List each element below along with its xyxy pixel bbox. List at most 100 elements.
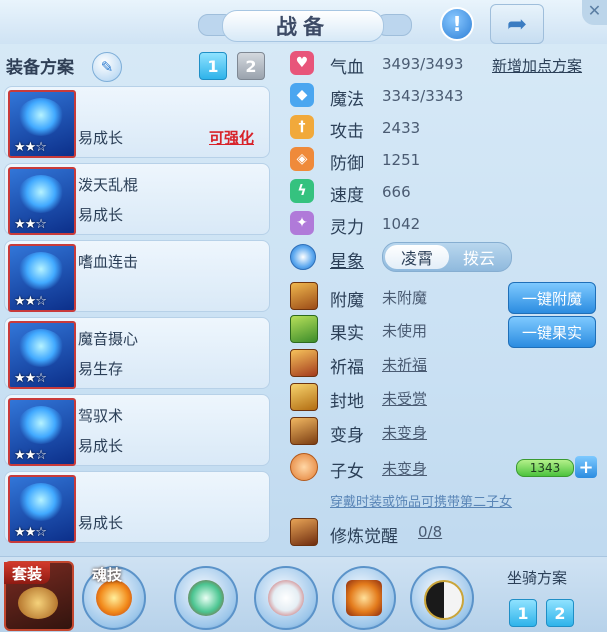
skill-name: 魔音摄心	[78, 330, 139, 348]
stat-value: 2433	[382, 119, 421, 137]
stat-row-defense: ◈ 防御 1251	[282, 144, 602, 174]
star-rating: ★★☆	[14, 140, 47, 155]
child-icon	[290, 453, 318, 481]
stat-value: 1251	[382, 151, 421, 169]
star-sign-label[interactable]: 星象	[330, 247, 364, 272]
info-label: 果实	[330, 324, 364, 344]
equip-plan-label: 装备方案	[6, 58, 74, 78]
add-child-plus-icon[interactable]: +	[575, 456, 597, 478]
stat-label: 速度	[330, 186, 364, 206]
stat-row-attack: † 攻击 2433	[282, 112, 602, 142]
stat-label: 魔法	[330, 90, 364, 110]
info-row-blessing: 祈福 未祈福	[282, 348, 604, 378]
heart-icon: ♥	[290, 51, 314, 75]
info-label: 祈福	[330, 358, 364, 378]
skill-icon: ★★☆	[8, 321, 76, 389]
skill-card-4[interactable]: ★★☆ 魔音摄心 易生存	[4, 317, 270, 389]
equip-plan-tab-1[interactable]: 1	[199, 52, 227, 80]
star-sign-icon	[290, 244, 316, 270]
page-title: 战备	[222, 10, 384, 42]
one-click-fruit-button[interactable]: 一键果实	[508, 316, 596, 348]
child-value-bar: 1343	[516, 459, 574, 477]
close-corner-icon[interactable]: ✕	[582, 0, 607, 25]
star-rating: ★★☆	[14, 294, 47, 309]
equip-slot-3[interactable]	[332, 566, 396, 630]
skill-icon: ★★☆	[8, 167, 76, 235]
skill-icon: ★★☆	[8, 398, 76, 466]
add-point-plan-link[interactable]: 新增加点方案	[492, 55, 582, 76]
skill-card-6[interactable]: ★★☆ 易成长	[4, 471, 270, 543]
stat-label: 防御	[330, 154, 364, 174]
skill-card-3[interactable]: ★★☆ 嗜血连击	[4, 240, 270, 312]
sword-icon: †	[290, 115, 314, 139]
star-sign-option-selected[interactable]: 凌霄	[385, 245, 449, 269]
stat-row-speed: ϟ 速度 666	[282, 176, 602, 206]
mount-plan-tab-2[interactable]: 2	[546, 599, 574, 627]
info-row-fief: 封地 未受赏	[282, 382, 604, 412]
skill-icon: ★★☆	[8, 90, 76, 158]
fire-icon	[96, 580, 132, 616]
info-value[interactable]: 未变身	[382, 422, 427, 443]
blessing-icon	[290, 349, 318, 377]
blade-icon	[188, 580, 224, 616]
info-label: 封地	[330, 392, 364, 412]
equip-plan-tab-2[interactable]: 2	[237, 52, 265, 80]
enhance-link[interactable]: 可强化	[209, 127, 254, 148]
skill-tag: 易成长	[78, 514, 124, 532]
info-value[interactable]: 0/8	[418, 523, 442, 541]
chest-icon	[18, 587, 58, 619]
skill-icon: ★★☆	[8, 475, 76, 543]
star-rating: ★★☆	[14, 217, 47, 232]
pagoda-icon	[346, 580, 382, 616]
stat-label: 气血	[330, 58, 364, 78]
equip-slot-4[interactable]	[410, 566, 474, 630]
soul-skill-label: 魂技	[92, 566, 123, 584]
info-row-cultivation: 修炼觉醒 0/8	[282, 517, 604, 547]
skill-card-2[interactable]: ★★☆ 泼天乱棍 易成长	[4, 163, 270, 235]
stat-row-mp: ◆ 魔法 3343/3343	[282, 80, 602, 110]
skill-name: 驾驭术	[78, 407, 124, 425]
yin-yang-icon	[424, 580, 464, 620]
spirit-icon: ✦	[290, 211, 314, 235]
info-value[interactable]: 未变身	[382, 458, 427, 479]
equip-slot-1[interactable]	[174, 566, 238, 630]
info-value[interactable]: 未祈福	[382, 354, 427, 375]
skill-card-5[interactable]: ★★☆ 驾驭术 易成长	[4, 394, 270, 466]
stat-label: 灵力	[330, 218, 364, 238]
stat-row-spirit: ✦ 灵力 1042	[282, 208, 602, 238]
equip-slot-2[interactable]	[254, 566, 318, 630]
star-sign-option[interactable]: 拨云	[449, 245, 509, 269]
info-label: 子女	[330, 462, 364, 482]
second-child-note[interactable]: 穿戴时装或饰品可携带第二子女	[330, 491, 512, 510]
info-label: 修炼觉醒	[330, 527, 398, 547]
one-click-enchant-button[interactable]: 一键附魔	[508, 282, 596, 314]
share-icon[interactable]: ➦	[490, 4, 544, 44]
mount-plan-label: 坐骑方案	[507, 569, 568, 587]
mount-plan-tab-1[interactable]: 1	[509, 599, 537, 627]
cultivation-icon	[290, 518, 318, 546]
suit-label: 套装	[4, 562, 50, 584]
info-value[interactable]: 未受赏	[382, 388, 427, 409]
edit-pencil-icon[interactable]: ✎	[92, 52, 122, 82]
info-value: 未附魔	[382, 289, 428, 307]
shield-icon: ◈	[290, 147, 314, 171]
info-row-transform: 变身 未变身	[282, 416, 604, 446]
sword-slash-icon	[268, 580, 304, 616]
fief-icon	[290, 383, 318, 411]
star-rating: ★★☆	[14, 371, 47, 386]
info-value: 未使用	[382, 322, 428, 340]
skill-tag: 易成长	[78, 206, 124, 224]
skill-tag: 易生存	[78, 360, 124, 378]
stat-value: 666	[382, 183, 411, 201]
star-rating: ★★☆	[14, 448, 47, 463]
skill-tag: 易成长	[78, 129, 124, 147]
stat-value: 1042	[382, 215, 421, 233]
enchant-icon	[290, 282, 318, 310]
skill-tag: 易成长	[78, 437, 124, 455]
star-sign-toggle[interactable]: 凌霄 拨云	[382, 242, 512, 272]
skill-icon: ★★☆	[8, 244, 76, 312]
skill-name: 嗜血连击	[78, 253, 139, 271]
exclamation-icon[interactable]: !	[440, 7, 474, 41]
skill-card-1[interactable]: ★★☆ 易成长 可强化	[4, 86, 270, 158]
lightning-icon: ϟ	[290, 179, 314, 203]
